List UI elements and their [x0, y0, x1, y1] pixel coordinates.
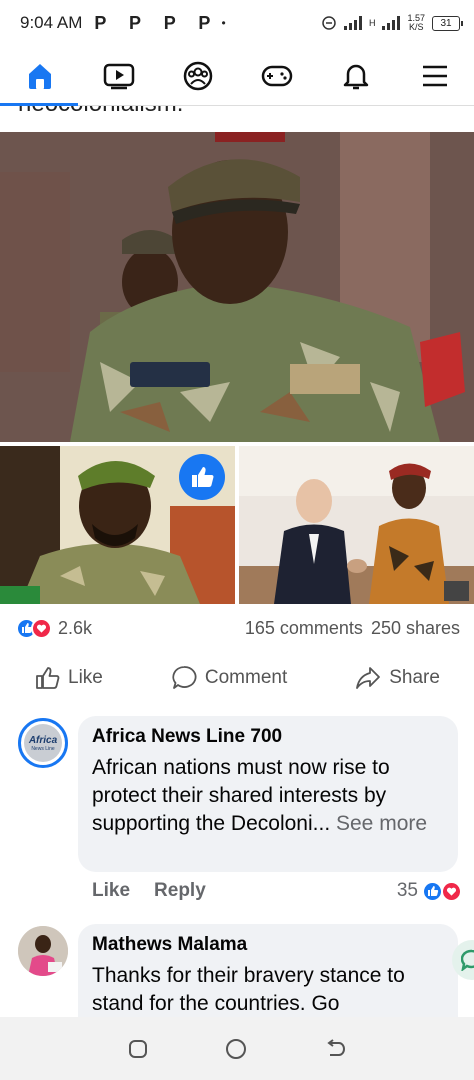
comment-reply-button[interactable]: Reply	[154, 880, 206, 902]
comment-like-button[interactable]: Like	[92, 880, 130, 902]
comment-reactions[interactable]: 35	[397, 880, 462, 902]
post-photo-main[interactable]	[0, 132, 474, 442]
system-navigation-bar	[0, 1017, 474, 1080]
video-icon	[103, 63, 134, 89]
nav-menu[interactable]	[405, 46, 465, 106]
comment-button-label: Comment	[204, 667, 288, 688]
nav-watch[interactable]	[89, 46, 149, 106]
battery-icon: 31	[432, 15, 463, 31]
network-type-label: H	[368, 18, 376, 28]
groups-icon	[183, 61, 212, 90]
comment-button[interactable]: Comment	[161, 659, 297, 697]
nav-gaming[interactable]	[247, 46, 307, 106]
post-photo-secondary-right[interactable]	[239, 446, 474, 604]
love-reaction-icon	[441, 880, 462, 902]
comment-bubble[interactable]: Africa News Line 700 African nations mus…	[78, 716, 458, 872]
comment-text-2: Thanks for their bravery stance to stand…	[92, 964, 405, 1015]
post-actions-row: Like Comment Share	[0, 656, 474, 700]
notification-dot: •	[221, 16, 226, 30]
home-circle-icon[interactable]	[225, 1038, 247, 1060]
share-button[interactable]: Share	[345, 659, 450, 697]
comments-count[interactable]: 165 comments	[245, 618, 363, 639]
nav-groups[interactable]	[168, 46, 228, 106]
post-photo-secondary-left[interactable]	[0, 446, 235, 604]
comment-meta-row: Like Reply 35	[92, 880, 462, 902]
home-icon	[28, 63, 51, 89]
back-icon[interactable]	[324, 1038, 346, 1059]
status-time: 9:04 AM	[20, 13, 83, 32]
top-nav-bar	[0, 46, 474, 106]
love-reaction-icon	[31, 617, 52, 639]
recent-apps-icon[interactable]	[128, 1039, 148, 1059]
bell-icon	[343, 64, 368, 89]
comment-author[interactable]: Africa News Line 700	[92, 726, 444, 748]
post-reactions-row: 2.6k 165 comments 250 shares	[16, 614, 460, 642]
net-speed-unit: K/S	[408, 22, 424, 32]
chat-bubble-icon	[461, 949, 474, 971]
comment-reaction-count: 35	[396, 880, 418, 901]
comment-text: African nations must now rise to protect…	[92, 754, 444, 838]
comment-author-2[interactable]: Mathews Malama	[92, 934, 444, 956]
share-arrow-icon	[356, 667, 381, 689]
comment-icon	[172, 666, 197, 689]
comment-avatar-2[interactable]	[18, 926, 68, 976]
avatar-logo-subtext: News Line	[31, 745, 55, 752]
status-bar: 9:04 AM P P P P • H 1.57 K/S 31	[0, 0, 474, 46]
net-speed: 1.57 K/S	[407, 14, 425, 32]
shares-count[interactable]: 250 shares	[371, 618, 460, 639]
share-button-label: Share	[389, 667, 440, 688]
hamburger-menu-icon	[422, 65, 447, 86]
like-button[interactable]: Like	[24, 659, 113, 697]
notification-icons: P P P P	[94, 12, 220, 33]
avatar-logo-text: Africa	[28, 734, 58, 746]
like-badge-icon	[179, 454, 225, 500]
signal-icon	[343, 16, 362, 30]
thumbs-up-icon	[36, 667, 60, 689]
like-button-label: Like	[68, 667, 103, 688]
signal-icon-2	[382, 16, 401, 30]
see-more-link[interactable]: See more	[336, 812, 427, 835]
reaction-count[interactable]: 2.6k	[58, 618, 92, 639]
alarm-icon	[322, 16, 336, 30]
nav-notifications[interactable]	[326, 46, 386, 106]
like-reaction-icon	[422, 880, 443, 902]
gamepad-icon	[261, 65, 292, 86]
nav-home[interactable]	[0, 46, 78, 106]
comment-avatar[interactable]: Africa News Line	[18, 718, 68, 768]
